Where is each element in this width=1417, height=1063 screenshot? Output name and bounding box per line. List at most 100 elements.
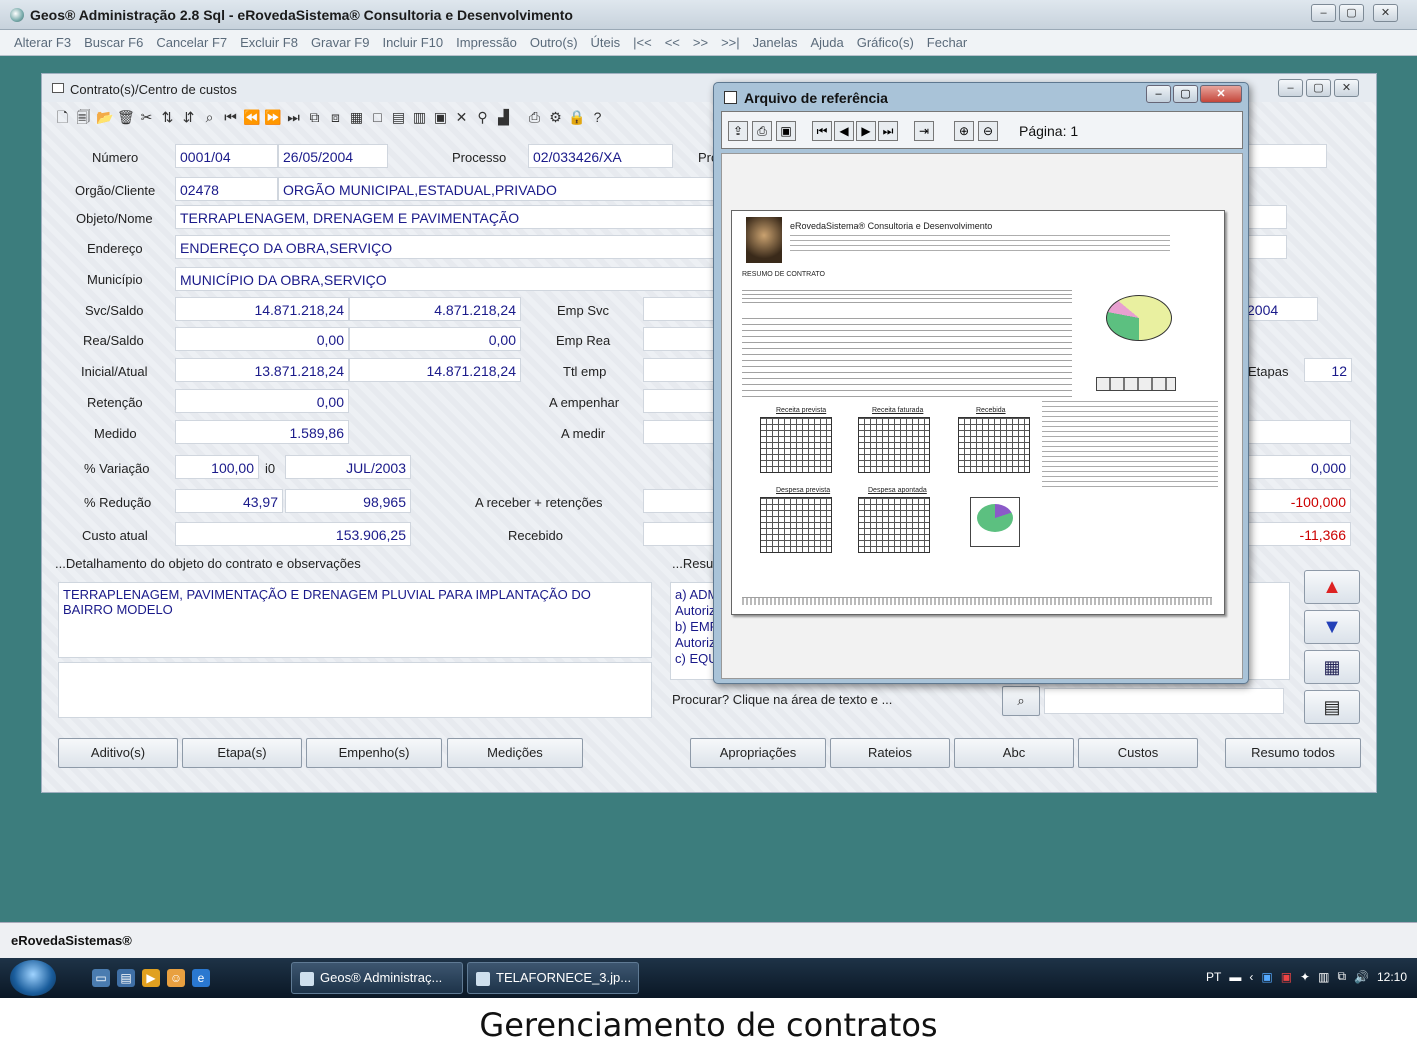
etapas-button[interactable]: Etapa(s) — [182, 738, 302, 768]
menu-janelas[interactable]: Janelas — [746, 30, 804, 50]
variacao-field[interactable]: 100,00 — [175, 455, 259, 479]
sort-asc-icon[interactable]: ⇅ — [159, 109, 176, 126]
inicial-field[interactable]: 13.871.218,24 — [175, 358, 349, 382]
task-image[interactable]: TELAFORNECE_3.jp... — [467, 962, 639, 994]
data-field[interactable]: 26/05/2004 — [278, 144, 388, 168]
table-icon[interactable]: ▤ — [390, 109, 407, 126]
zoom-in-icon[interactable]: ⊕ — [954, 121, 974, 141]
zoom-out-icon[interactable]: ⊖ — [978, 121, 998, 141]
custos-button[interactable]: Custos — [1078, 738, 1198, 768]
task-geos[interactable]: Geos® Administraç... — [291, 962, 463, 994]
goto-page-icon[interactable]: ⇥ — [914, 121, 934, 141]
emp-svc-field[interactable] — [643, 297, 715, 321]
minimize-icon[interactable]: – — [1278, 79, 1303, 97]
right-var-field[interactable]: 0,000 — [1247, 455, 1351, 479]
chart-icon[interactable]: ⚲ — [474, 109, 491, 126]
custo-atual-field[interactable]: 153.906,25 — [175, 522, 411, 546]
monitor-icon[interactable]: ⧉ — [1337, 969, 1346, 984]
svc-field[interactable]: 14.871.218,24 — [175, 297, 349, 321]
calendar-icon[interactable]: ▣ — [432, 109, 449, 126]
grid-icon[interactable]: ▦ — [348, 109, 365, 126]
projector-button[interactable]: ▤ — [1304, 690, 1360, 724]
retencao-field[interactable]: 0,00 — [175, 389, 349, 413]
menu-prev[interactable]: << — [658, 30, 686, 50]
help-icon[interactable]: ? — [589, 109, 606, 126]
saldo-field[interactable]: 4.871.218,24 — [349, 297, 521, 321]
observacoes-memo[interactable]: TERRAPLENAGEM, PAVIMENTAÇÃO E DRENAGEM P… — [58, 582, 652, 658]
menu-impressao[interactable]: Impressão — [449, 30, 523, 50]
atual-field[interactable]: 14.871.218,24 — [349, 358, 521, 382]
open-icon[interactable]: 📂 — [96, 109, 113, 126]
procurar-input[interactable] — [1044, 688, 1284, 714]
search-button[interactable]: ⌕ — [1002, 686, 1040, 716]
maximize-icon[interactable]: ▢ — [1339, 4, 1364, 22]
i0-field[interactable]: JUL/2003 — [285, 455, 411, 479]
menu-incluir[interactable]: Incluir F10 — [375, 30, 449, 50]
prev-page-icon[interactable]: ◀ — [834, 121, 854, 141]
abc-button[interactable]: Abc — [954, 738, 1074, 768]
last-page-icon[interactable]: ⏭ — [878, 121, 898, 141]
a-empenhar-field[interactable] — [643, 389, 715, 413]
recebido-field[interactable] — [643, 522, 715, 546]
medido-field[interactable]: 1.589,86 — [175, 420, 349, 444]
menu-fechar[interactable]: Fechar — [920, 30, 973, 50]
sort-desc-icon[interactable]: ⇵ — [180, 109, 197, 126]
close-icon[interactable]: ✕ — [1373, 4, 1398, 22]
new-icon[interactable]: 🗋 — [54, 109, 71, 126]
export-icon[interactable]: ⇪ — [728, 121, 748, 141]
endereco-field[interactable]: ENDEREÇO DA OBRA,SERVIÇO — [175, 235, 715, 259]
chat-icon[interactable]: ☺ — [167, 969, 185, 987]
menu-excluir[interactable]: Excluir F8 — [233, 30, 304, 50]
reducao-field-2[interactable]: 98,965 — [285, 489, 411, 513]
lock-icon[interactable]: 🔒 — [568, 109, 585, 126]
rea-saldo-field[interactable]: 0,00 — [349, 327, 521, 351]
volume-icon[interactable]: 🔊 — [1354, 970, 1369, 984]
maximize-icon[interactable]: ▢ — [1306, 79, 1331, 97]
emp-rea-field[interactable] — [643, 327, 715, 351]
print-icon[interactable]: ⎙ — [526, 109, 543, 126]
remove-icon[interactable]: ✕ — [453, 109, 470, 126]
orgao-name-field[interactable]: ORGÃO MUNICIPAL,ESTADUAL,PRIVADO — [278, 177, 715, 201]
etapas-field[interactable]: 12 — [1304, 358, 1352, 382]
ttl-emp-field[interactable] — [643, 358, 715, 382]
print-icon[interactable]: ⎙ — [752, 121, 772, 141]
objeto-field[interactable]: TERRAPLENAGEM, DRENAGEM E PAVIMENTAÇÃO — [175, 205, 715, 229]
empenhos-button[interactable]: Empenho(s) — [306, 738, 442, 768]
apropriacoes-button[interactable]: Apropriações — [690, 738, 826, 768]
menu-next[interactable]: >> — [686, 30, 714, 50]
reducao-field-1[interactable]: 43,97 — [175, 489, 283, 513]
menu-last[interactable]: >>| — [714, 30, 746, 50]
right-custo-field[interactable]: -11,366 — [1247, 522, 1351, 546]
municipio-field[interactable]: MUNICÍPIO DA OBRA,SERVIÇO — [175, 267, 715, 291]
rateios-button[interactable]: Rateios — [830, 738, 950, 768]
menu-buscar[interactable]: Buscar F6 — [77, 30, 149, 50]
maximize-icon[interactable]: ▢ — [1173, 85, 1198, 103]
calc-icon[interactable]: ▥ — [411, 109, 428, 126]
menu-cancelar[interactable]: Cancelar F7 — [149, 30, 233, 50]
a-receber-field[interactable] — [643, 489, 715, 513]
keyboard-icon[interactable]: ▬ — [1229, 970, 1241, 984]
last-record-icon[interactable]: ⏭ — [285, 109, 302, 126]
close-icon[interactable]: ✕ — [1200, 85, 1242, 103]
save-icon[interactable]: ▣ — [776, 121, 796, 141]
calculator-button[interactable]: ▦ — [1304, 650, 1360, 684]
report-viewport[interactable]: eRovedaSistema® Consultoria e Desenvolvi… — [721, 153, 1243, 679]
tray-app-icon[interactable]: ▣ — [1261, 970, 1272, 984]
explorer-icon[interactable]: ▤ — [117, 969, 135, 987]
menu-outros[interactable]: Outro(s) — [523, 30, 584, 50]
next-record-icon[interactable]: ⏩ — [264, 109, 281, 126]
up-arrow-button[interactable]: ▲ — [1304, 570, 1360, 604]
copy-doc-icon[interactable]: 🗐 — [75, 109, 92, 126]
next-page-icon[interactable]: ▶ — [856, 121, 876, 141]
endereco-right-field[interactable] — [1247, 235, 1287, 259]
first-record-icon[interactable]: ⏮ — [222, 109, 239, 126]
menu-ajuda[interactable]: Ajuda — [803, 30, 849, 50]
menu-graficos[interactable]: Gráfico(s) — [850, 30, 920, 50]
start-button[interactable] — [10, 960, 56, 996]
trash-icon[interactable]: 🗑 — [117, 109, 135, 126]
menu-uteis[interactable]: Úteis — [584, 30, 627, 50]
network-icon[interactable]: ▥ — [1318, 970, 1329, 984]
aditivos-button[interactable]: Aditivo(s) — [58, 738, 178, 768]
media-icon[interactable]: ▶ — [142, 969, 160, 987]
numero-field[interactable]: 0001/04 — [175, 144, 278, 168]
